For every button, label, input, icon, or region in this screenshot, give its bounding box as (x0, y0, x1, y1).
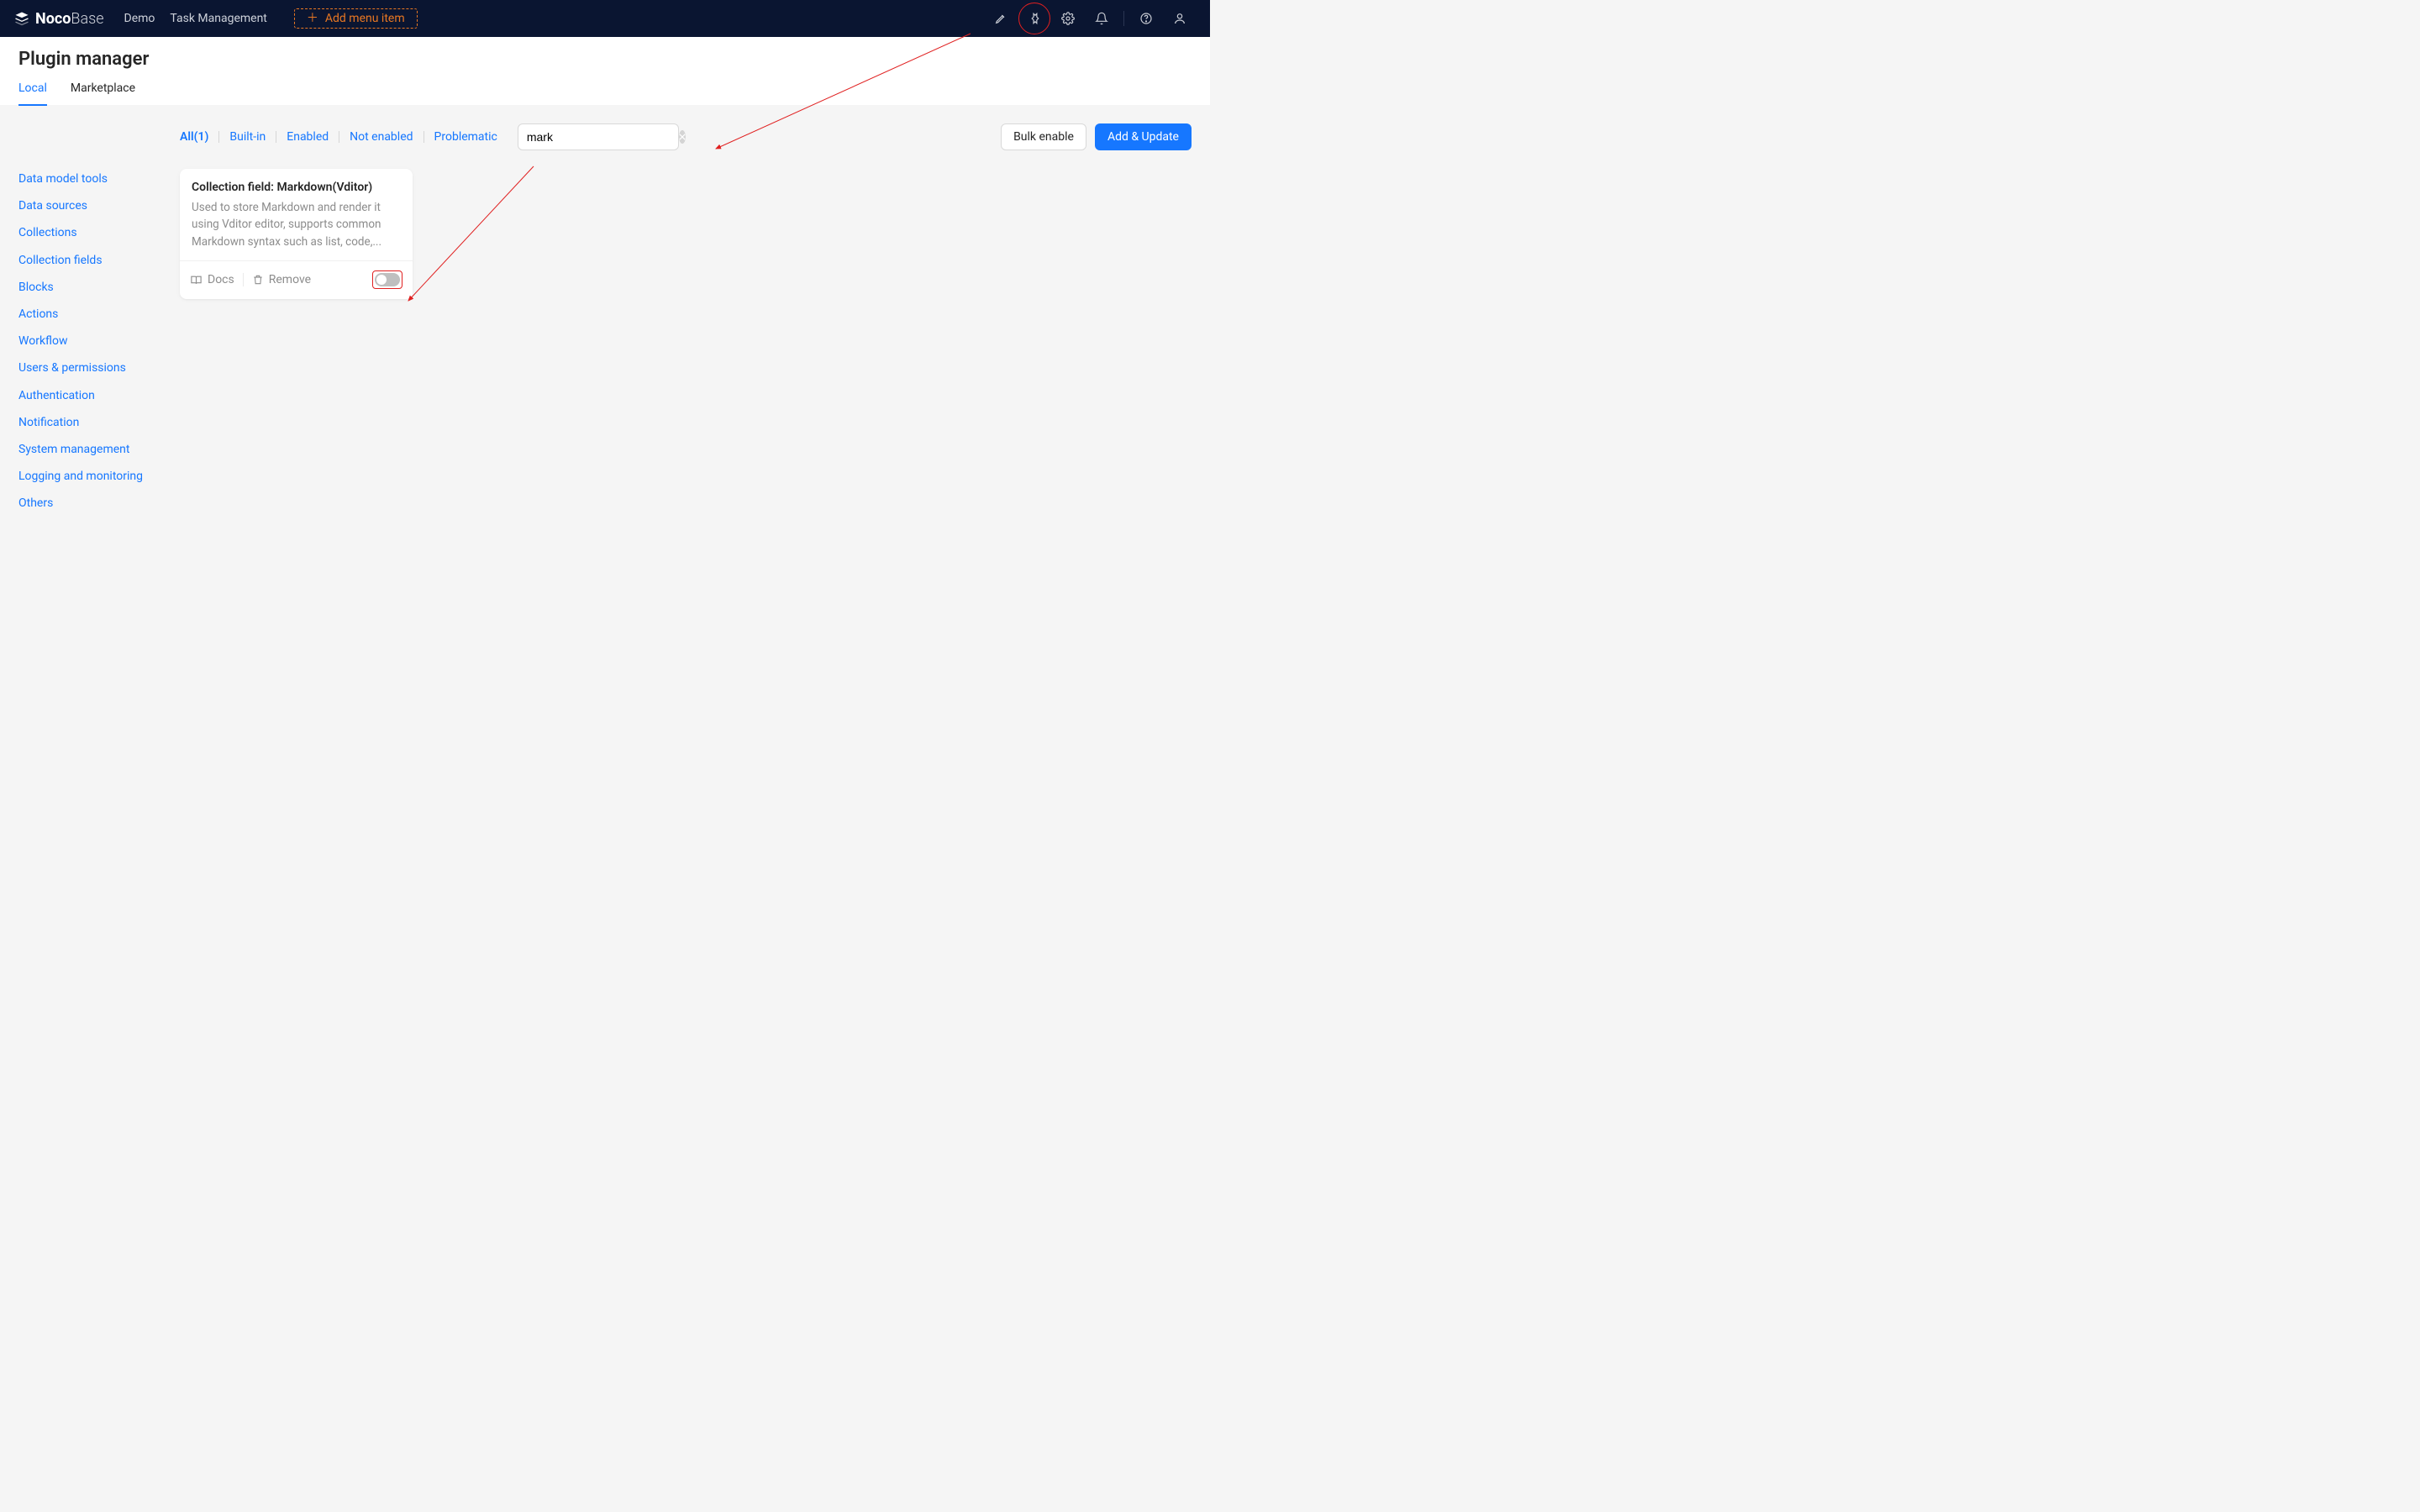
sidebar-item-data-model-tools[interactable]: Data model tools (18, 169, 168, 189)
sidebar-item-blocks[interactable]: Blocks (18, 277, 168, 297)
tab-local[interactable]: Local (18, 81, 47, 105)
annotation-toggle-highlight (372, 270, 402, 289)
filters: All(1) Built-in Enabled Not enabled Prob… (180, 130, 508, 144)
filter-problematic[interactable]: Problematic (424, 130, 508, 144)
logo-icon (13, 10, 30, 27)
logo[interactable]: NocoBase (13, 10, 104, 28)
search-box[interactable] (518, 123, 679, 150)
plugin-title: Collection field: Markdown(Vditor) (192, 181, 401, 194)
user-icon[interactable] (1163, 0, 1197, 37)
sidebar-item-system-management[interactable]: System management (18, 439, 168, 459)
sidebar-item-users-permissions[interactable]: Users & permissions (18, 358, 168, 378)
sidebar-item-logging-monitoring[interactable]: Logging and monitoring (18, 466, 168, 486)
plus-icon: ＋ (307, 13, 318, 24)
nav-items: Demo Task Management ＋ Add menu item (124, 8, 418, 29)
filter-enabled[interactable]: Enabled (276, 130, 339, 144)
page-header: Plugin manager Local Marketplace (0, 37, 1210, 105)
plugin-enable-toggle[interactable] (375, 273, 400, 286)
sidebar: Data model tools Data sources Collection… (18, 123, 168, 513)
filter-built-in[interactable]: Built-in (219, 130, 276, 144)
sidebar-item-workflow[interactable]: Workflow (18, 331, 168, 351)
filter-bar: All(1) Built-in Enabled Not enabled Prob… (180, 123, 1192, 150)
settings-icon[interactable] (1051, 0, 1085, 37)
tabs: Local Marketplace (18, 81, 1192, 105)
plugin-card: Collection field: Markdown(Vditor) Used … (180, 169, 413, 299)
cards: Collection field: Markdown(Vditor) Used … (180, 169, 1192, 299)
docs-label: Docs (208, 273, 234, 286)
filter-all[interactable]: All(1) (180, 130, 218, 144)
add-menu-item-label: Add menu item (325, 12, 405, 25)
sidebar-item-collections[interactable]: Collections (18, 223, 168, 243)
add-menu-item-button[interactable]: ＋ Add menu item (294, 8, 418, 29)
main: Data model tools Data sources Collection… (0, 105, 1210, 532)
topbar-divider (1123, 11, 1124, 26)
page-title: Plugin manager (18, 49, 1192, 70)
search-input[interactable] (527, 130, 679, 144)
sidebar-item-actions[interactable]: Actions (18, 304, 168, 324)
sidebar-item-authentication[interactable]: Authentication (18, 386, 168, 406)
topbar-icons (984, 0, 1197, 37)
plugin-description: Used to store Markdown and render it usi… (192, 199, 401, 250)
remove-button[interactable]: Remove (252, 273, 311, 286)
tab-marketplace[interactable]: Marketplace (71, 81, 135, 105)
docs-button[interactable]: Docs (190, 273, 234, 286)
content: All(1) Built-in Enabled Not enabled Prob… (180, 123, 1192, 513)
bell-icon[interactable] (1085, 0, 1118, 37)
clear-icon[interactable] (679, 130, 686, 144)
sidebar-item-notification[interactable]: Notification (18, 412, 168, 433)
nav-item-task-management[interactable]: Task Management (170, 12, 266, 25)
logo-text: NocoBase (35, 10, 104, 28)
add-update-button[interactable]: Add & Update (1095, 123, 1192, 150)
sidebar-item-others[interactable]: Others (18, 493, 168, 513)
remove-label: Remove (269, 273, 311, 286)
book-icon (190, 274, 203, 286)
nav-item-demo[interactable]: Demo (124, 12, 155, 25)
help-icon[interactable] (1129, 0, 1163, 37)
trash-icon (252, 274, 264, 286)
sidebar-item-data-sources[interactable]: Data sources (18, 196, 168, 216)
bulk-enable-button[interactable]: Bulk enable (1001, 123, 1086, 150)
topbar: NocoBase Demo Task Management ＋ Add menu… (0, 0, 1210, 37)
plugin-icon[interactable] (1018, 0, 1051, 37)
highlighter-icon[interactable] (984, 0, 1018, 37)
filter-not-enabled[interactable]: Not enabled (339, 130, 423, 144)
sidebar-item-collection-fields[interactable]: Collection fields (18, 250, 168, 270)
